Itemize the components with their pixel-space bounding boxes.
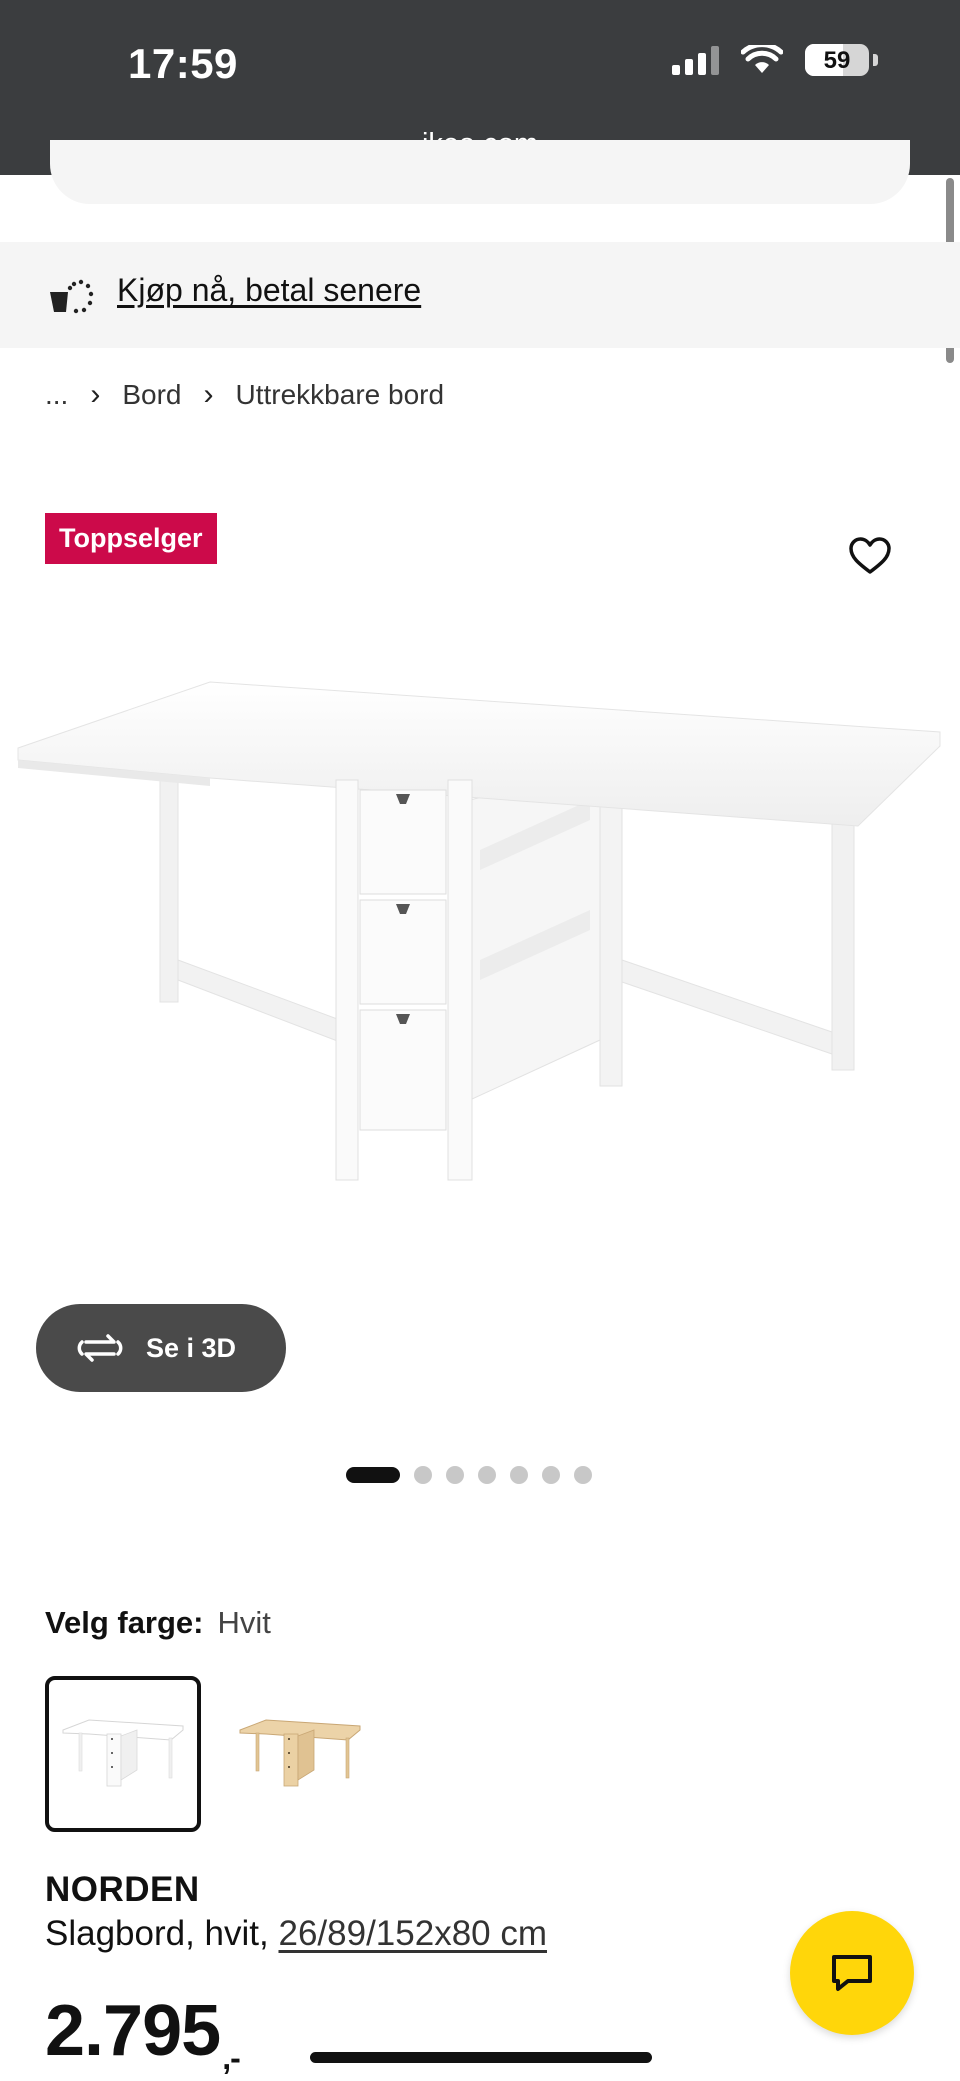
top-seller-badge: Toppselger (45, 513, 217, 564)
carousel-dot[interactable] (446, 1466, 464, 1484)
color-selector-label: Velg farge: Hvit (45, 1605, 271, 1641)
home-indicator[interactable] (310, 2052, 652, 2063)
carousel-dot[interactable] (574, 1466, 592, 1484)
price-suffix: ,- (222, 2040, 241, 2076)
wifi-icon (741, 45, 783, 73)
breadcrumb-item-uttrekkbare-bord[interactable]: Uttrekkbare bord (236, 379, 445, 411)
chat-button[interactable] (790, 1911, 914, 2035)
color-label: Velg farge: (45, 1605, 204, 1640)
view-in-3d-label: Se i 3D (146, 1332, 237, 1363)
chat-icon (832, 1955, 872, 1991)
color-value: Hvit (217, 1605, 271, 1640)
color-swatch-birch[interactable] (222, 1676, 378, 1832)
carousel-dot[interactable] (414, 1466, 432, 1484)
status-icons: 59 (672, 44, 878, 76)
product-image[interactable] (0, 660, 960, 1260)
chevron-right-icon: › (90, 378, 101, 411)
product-description: Slagbord, hvit, 26/89/152x80 cm (45, 1914, 547, 1954)
pay-later-icon (50, 279, 94, 314)
battery-icon: 59 (805, 44, 869, 76)
breadcrumb: ... › Bord › Uttrekkbare bord (45, 378, 444, 412)
pay-later-banner[interactable]: Kjøp nå, betal senere (0, 242, 960, 348)
rotate-3d-icon (77, 1334, 123, 1362)
breadcrumb-item-more[interactable]: ... (45, 379, 68, 411)
product-price: 2.795,- (45, 1990, 241, 2077)
product-type: Slagbord, hvit, (45, 1914, 269, 1953)
battery-level: 59 (823, 47, 851, 74)
carousel-dot[interactable] (510, 1466, 528, 1484)
chevron-right-icon: › (203, 378, 214, 411)
carousel-dot[interactable] (542, 1466, 560, 1484)
product-dimensions-link[interactable]: 26/89/152x80 cm (278, 1914, 547, 1953)
carousel-dot[interactable] (478, 1466, 496, 1484)
pay-later-link[interactable]: Kjøp nå, betal senere (117, 272, 421, 309)
breadcrumb-item-bord[interactable]: Bord (122, 379, 181, 411)
view-in-3d-button[interactable]: Se i 3D (36, 1304, 286, 1392)
image-carousel-dots[interactable] (346, 1466, 592, 1484)
color-swatch-white[interactable] (45, 1676, 201, 1832)
heart-icon[interactable] (848, 536, 892, 576)
signal-icon (672, 45, 719, 75)
product-name: NORDEN (45, 1870, 200, 1909)
birch-table-thumbnail (239, 1719, 361, 1787)
status-time: 17:59 (128, 40, 238, 87)
carousel-dot-active[interactable] (346, 1467, 400, 1483)
search-bar[interactable] (50, 140, 910, 204)
price-value: 2.795 (45, 1991, 221, 2071)
white-table-thumbnail (62, 1719, 184, 1787)
